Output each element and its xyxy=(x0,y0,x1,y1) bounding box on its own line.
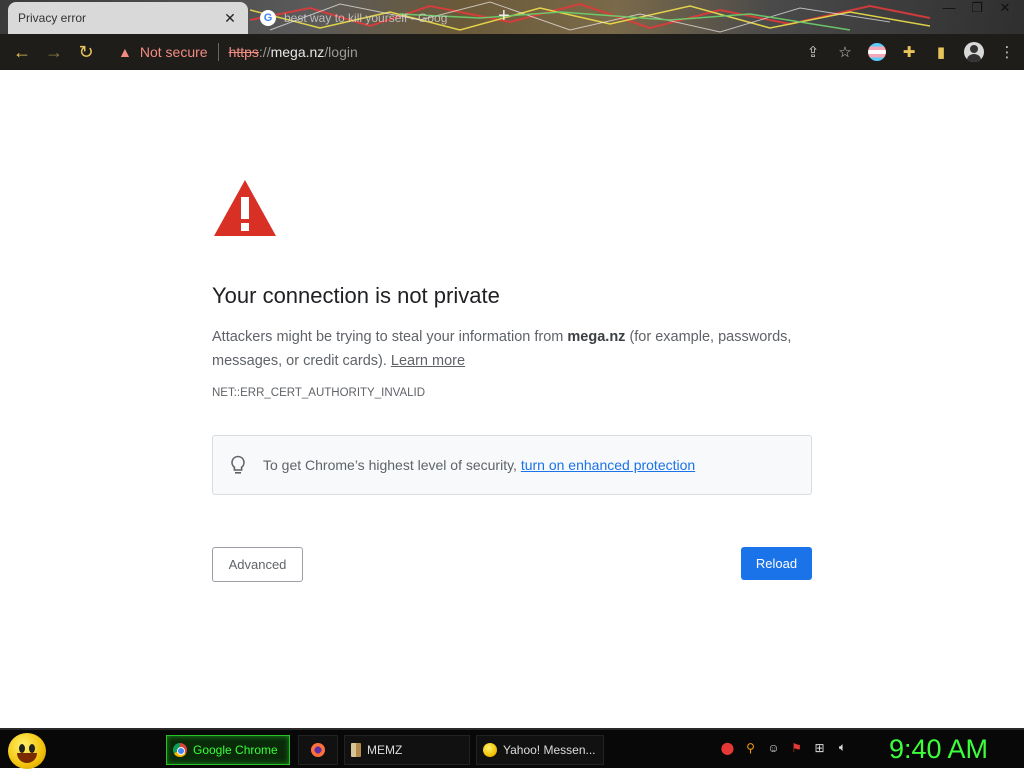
google-icon: G xyxy=(260,10,276,26)
alert-triangle-icon xyxy=(214,180,276,236)
description-prefix: Attackers might be trying to steal your … xyxy=(212,329,568,345)
address-bar[interactable]: ▲ Not secure https :// mega.nz /login xyxy=(108,37,848,67)
yahoo-icon xyxy=(483,743,497,757)
url-separator: :// xyxy=(258,44,271,60)
firefox-icon xyxy=(311,743,325,757)
magnifier-icon[interactable]: ⚲ xyxy=(743,740,758,755)
network-icon[interactable]: ⊞ xyxy=(812,740,827,755)
url-scheme: https xyxy=(228,44,259,60)
volume-icon[interactable]: 🔈︎ xyxy=(835,740,850,755)
button-row: Advanced Reload xyxy=(212,547,812,582)
address-divider xyxy=(217,43,219,61)
new-tab-icon[interactable]: + xyxy=(498,5,510,27)
browser-toolbar: ← → ↻ ▲ Not secure https :// mega.nz /lo… xyxy=(0,34,1024,70)
taskbar-item-label: MEMZ xyxy=(367,743,403,757)
url-path: /login xyxy=(324,44,358,60)
messenger-tray-icon[interactable]: ☺ xyxy=(766,740,781,755)
taskbar: Google Chrome MEMZ Yahoo! Messen... ⬤ ⚲ … xyxy=(0,728,1024,769)
flag-icon[interactable]: ⚑ xyxy=(789,740,804,755)
memz-icon xyxy=(351,743,361,757)
side-panel-icon[interactable]: ▮ xyxy=(932,43,950,61)
chrome-icon xyxy=(173,743,187,757)
taskbar-item-yahoo[interactable]: Yahoo! Messen... xyxy=(476,735,604,765)
close-tab-icon[interactable]: ✕ xyxy=(222,10,238,27)
reload-button[interactable]: Reload xyxy=(741,547,812,580)
taskbar-item-label: Google Chrome xyxy=(193,743,278,757)
share-icon[interactable]: ⇪ xyxy=(804,43,822,61)
enhanced-protection-text: To get Chrome’s highest level of securit… xyxy=(263,457,695,473)
taskbar-item-memz[interactable]: MEMZ xyxy=(344,735,470,765)
start-smiley-icon[interactable] xyxy=(8,733,46,769)
restore-icon[interactable]: ❐ xyxy=(970,0,984,16)
enhanced-protection-link[interactable]: turn on enhanced protection xyxy=(521,457,695,473)
reload-icon[interactable]: ↻ xyxy=(70,36,102,68)
enhanced-prefix: To get Chrome’s highest level of securit… xyxy=(263,457,521,473)
more-menu-icon[interactable]: ⋮ xyxy=(998,43,1016,61)
tab-strip: Privacy error ✕ G best way to kill yours… xyxy=(0,0,1024,34)
clock[interactable]: 9:40 AM xyxy=(889,734,988,765)
tab-title: best way to kill yourself - Goog xyxy=(284,11,448,25)
advanced-button[interactable]: Advanced xyxy=(212,547,303,582)
warning-triangle-icon[interactable]: ▲ xyxy=(118,44,132,60)
window-controls: — ❐ ✕ xyxy=(942,0,1012,16)
back-arrow-icon[interactable]: ← xyxy=(6,36,38,68)
description: Attackers might be trying to steal your … xyxy=(212,325,812,373)
tab-google-search[interactable]: G best way to kill yourself - Goog xyxy=(256,4,476,32)
forward-arrow-icon[interactable]: → xyxy=(38,36,70,68)
page-title: Your connection is not private xyxy=(212,283,500,308)
record-icon[interactable]: ⬤ xyxy=(720,740,735,755)
minimize-icon[interactable]: — xyxy=(942,0,956,16)
enhanced-protection-box: To get Chrome’s highest level of securit… xyxy=(212,435,812,495)
extensions-puzzle-icon[interactable]: ✚ xyxy=(900,43,918,61)
taskbar-item-firefox[interactable] xyxy=(298,735,338,765)
taskbar-item-chrome[interactable]: Google Chrome xyxy=(166,735,290,765)
bookmark-star-icon[interactable]: ☆ xyxy=(836,43,854,61)
profile-avatar-icon[interactable] xyxy=(964,42,984,62)
toolbar-actions: ⇪ ☆ ✚ ▮ ⋮ xyxy=(804,37,1016,67)
system-tray: ⬤ ⚲ ☺ ⚑ ⊞ 🔈︎ xyxy=(720,740,850,755)
url-host: mega.nz xyxy=(270,44,325,60)
taskbar-item-label: Yahoo! Messen... xyxy=(503,743,596,757)
interstitial-content: Your connection is not private Attackers… xyxy=(212,178,812,582)
not-secure-label[interactable]: Not secure xyxy=(140,44,208,60)
lightbulb-icon xyxy=(231,455,245,474)
profile-flag-icon[interactable] xyxy=(868,43,886,61)
tab-privacy-error[interactable]: Privacy error ✕ xyxy=(8,2,248,34)
learn-more-link[interactable]: Learn more xyxy=(391,353,465,369)
error-code[interactable]: NET::ERR_CERT_AUTHORITY_INVALID xyxy=(212,387,812,399)
tab-title: Privacy error xyxy=(18,11,87,25)
close-window-icon[interactable]: ✕ xyxy=(998,0,1012,16)
description-host: mega.nz xyxy=(567,329,626,345)
